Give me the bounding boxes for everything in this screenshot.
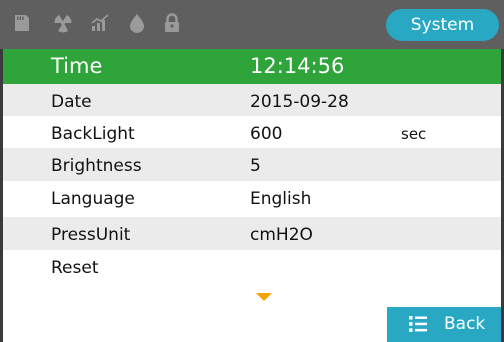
- setting-value: 5: [250, 156, 261, 176]
- setting-label: BackLight: [51, 124, 135, 144]
- setting-label: PressUnit: [51, 225, 131, 245]
- setting-row-reset[interactable]: Reset: [3, 250, 501, 286]
- lock-icon: [165, 13, 179, 32]
- setting-value: 600: [250, 124, 283, 144]
- settings-screen: System Time 12:14:56 Date 2015-09-28 Bac…: [0, 0, 504, 342]
- setting-value: 12:14:56: [250, 54, 345, 78]
- setting-unit: sec: [401, 125, 427, 143]
- back-label: Back: [444, 314, 486, 334]
- setting-value: English: [250, 189, 312, 209]
- setting-label: Brightness: [51, 156, 142, 176]
- setting-row-pressunit[interactable]: PressUnit cmH2O: [3, 217, 501, 253]
- signal-icon: [91, 14, 109, 31]
- setting-label: Reset: [51, 258, 99, 278]
- scroll-down-arrow-icon[interactable]: [256, 293, 272, 301]
- droplet-icon: [130, 14, 144, 33]
- setting-label: Language: [51, 189, 135, 209]
- list-icon: [409, 316, 427, 332]
- radiation-icon: [54, 15, 72, 33]
- back-button[interactable]: Back: [387, 307, 501, 342]
- setting-row-date[interactable]: Date 2015-09-28: [3, 84, 501, 120]
- sd-card-icon: [15, 15, 29, 31]
- system-button[interactable]: System: [386, 9, 499, 41]
- setting-label: Date: [51, 92, 92, 112]
- setting-row-backlight[interactable]: BackLight 600 sec: [3, 116, 501, 152]
- setting-row-brightness[interactable]: Brightness 5: [3, 148, 501, 184]
- status-bar: System: [0, 0, 504, 49]
- setting-label: Time: [51, 54, 103, 78]
- setting-value: 2015-09-28: [250, 92, 349, 112]
- setting-row-time[interactable]: Time 12:14:56: [3, 49, 501, 84]
- setting-value: cmH2O: [250, 225, 313, 245]
- setting-row-language[interactable]: Language English: [3, 181, 501, 217]
